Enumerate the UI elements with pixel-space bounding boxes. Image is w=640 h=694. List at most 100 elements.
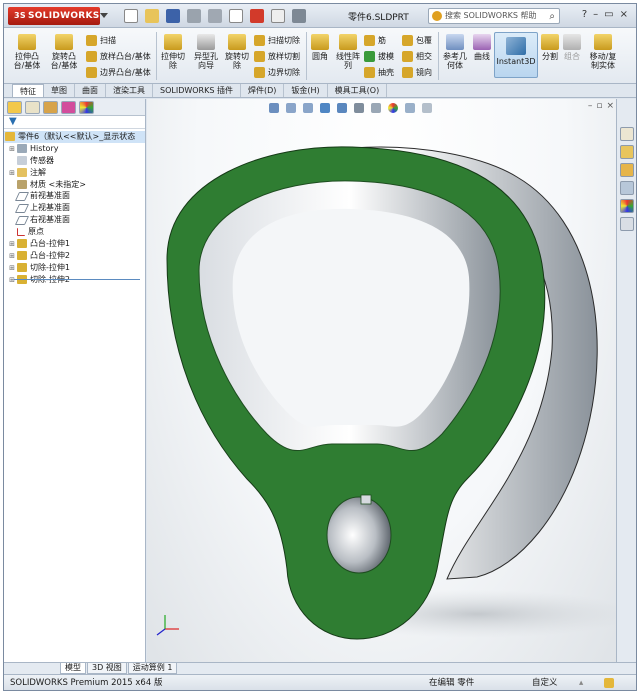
combine-icon [563, 34, 581, 50]
rebuild-status-icon[interactable] [604, 678, 614, 688]
tab-mold-tools[interactable]: 模具工具(O) [328, 84, 388, 97]
tab-render-tools[interactable]: 渲染工具 [106, 84, 153, 97]
tab-weldments[interactable]: 焊件(D) [241, 84, 285, 97]
history-icon [17, 144, 27, 154]
filter-icon[interactable]: ▼ [4, 116, 145, 129]
ribbon-separator [156, 32, 157, 80]
fillet-button[interactable]: 圆角 [309, 34, 331, 61]
combine-button[interactable]: 组合 [562, 34, 582, 61]
restore-icon[interactable]: ▭ [604, 9, 613, 20]
tab-3d-views[interactable]: 3D 视图 [87, 663, 127, 674]
boundary-cut-button[interactable]: 边界切除 [254, 66, 300, 79]
boundary-boss-button[interactable]: 边界凸台/基体 [86, 66, 151, 79]
property-manager-tab-icon[interactable] [25, 100, 40, 114]
app-window: 3S SOLIDWORKS 零件6.SLDPRT 搜索 SOLIDWORKS 帮助… [3, 3, 637, 691]
help-icon [432, 11, 442, 21]
tab-model[interactable]: 模型 [60, 663, 86, 674]
rollback-bar[interactable] [14, 279, 140, 280]
tab-sheet-metal[interactable]: 钣金(H) [284, 84, 328, 97]
plane-icon [14, 215, 30, 225]
minimize-icon[interactable]: – [593, 9, 598, 20]
linear-pattern-button[interactable]: 线性阵列 [334, 34, 362, 70]
revolve-boss-icon [55, 34, 73, 50]
config-manager-tab-icon[interactable] [43, 100, 58, 114]
part-model[interactable] [147, 99, 616, 662]
revolve-boss-button[interactable]: 旋转凸台/基体 [48, 34, 80, 70]
ribbon-separator [438, 32, 439, 80]
select-icon[interactable] [229, 9, 243, 23]
tree-item[interactable]: 右视基准面 [4, 214, 145, 226]
boss-extrude-button[interactable]: 拉伸凸台/基体 [12, 34, 42, 70]
view-palette-icon[interactable] [620, 181, 634, 195]
hole-wizard-button[interactable]: 异型孔向导 [192, 34, 220, 70]
status-edit-mode: 在编辑 零件 [429, 678, 475, 688]
open-icon[interactable] [145, 9, 159, 23]
tree-item[interactable]: ⊞ 切除-拉伸1 [4, 262, 145, 274]
shell-icon [364, 67, 375, 78]
new-icon[interactable] [124, 9, 138, 23]
tree-item[interactable]: 材质 <未指定> [4, 179, 145, 191]
instant3d-button[interactable]: Instant3D [494, 32, 538, 78]
display-manager-tab-icon[interactable] [79, 100, 94, 114]
graphics-area[interactable]: – ▫ × [147, 99, 616, 662]
swept-cut-icon [254, 35, 265, 46]
shell-button[interactable]: 抽壳 [364, 66, 394, 79]
design-library-icon[interactable] [620, 145, 634, 159]
loft-button[interactable]: 放样凸台/基体 [86, 50, 151, 63]
tree-item[interactable]: ⊞ 凸台-拉伸1 [4, 238, 145, 250]
rebuild-icon[interactable] [250, 9, 264, 23]
resources-icon[interactable] [620, 127, 634, 141]
lofted-cut-button[interactable]: 放样切割 [254, 50, 300, 63]
extrude-icon [17, 239, 27, 249]
tree-item[interactable]: ⊞ 凸台-拉伸2 [4, 250, 145, 262]
options-icon[interactable] [292, 9, 306, 23]
solidworks-logo[interactable]: 3S SOLIDWORKS [8, 7, 108, 25]
custom-properties-icon[interactable] [620, 217, 634, 231]
tab-motion-study[interactable]: 运动算例 1 [127, 663, 178, 674]
draft-button[interactable]: 拔模 [364, 50, 394, 63]
tab-features[interactable]: 特征 [12, 84, 44, 97]
instant3d-icon [506, 37, 526, 55]
tree-item[interactable]: ⊞ History [4, 143, 145, 155]
reference-geometry-icon [446, 34, 464, 50]
tree-root[interactable]: 零件6（默认<<默认>_显示状态 [4, 131, 145, 143]
tree-item[interactable]: ⊞ 注解 [4, 167, 145, 179]
help-search-input[interactable]: 搜索 SOLIDWORKS 帮助 ⌕ [428, 8, 560, 24]
undo-icon[interactable] [208, 9, 222, 23]
revolve-cut-button[interactable]: 旋转切除 [224, 34, 250, 70]
extrude-cut-button[interactable]: 拉伸切除 [160, 34, 186, 70]
rib-button[interactable]: 筋 [364, 34, 386, 47]
tree-item[interactable]: 原点 [4, 226, 145, 238]
tab-addins[interactable]: SOLIDWORKS 插件 [153, 84, 241, 97]
file-explorer-icon[interactable] [620, 163, 634, 177]
tab-surfaces[interactable]: 曲面 [75, 84, 106, 97]
tree-item[interactable]: 传感器 [4, 155, 145, 167]
tab-sketch[interactable]: 草图 [44, 84, 75, 97]
units-dropdown-icon[interactable]: ▴ [579, 675, 583, 690]
appearances-icon[interactable] [620, 199, 634, 213]
task-pane [616, 99, 636, 662]
feature-manager-tab-icon[interactable] [7, 100, 22, 114]
document-title: 零件6.SLDPRT [348, 13, 409, 23]
print-icon[interactable] [187, 9, 201, 23]
dimxpert-tab-icon[interactable] [61, 100, 76, 114]
split-button[interactable]: 分割 [540, 34, 560, 61]
file-properties-icon[interactable] [271, 9, 285, 23]
intersect-button[interactable]: 相交 [402, 50, 432, 63]
cut-icon [17, 263, 27, 273]
curves-button[interactable]: 曲线 [471, 34, 493, 61]
tree-item[interactable]: 上视基准面 [4, 202, 145, 214]
tree-item[interactable]: 前视基准面 [4, 190, 145, 202]
close-icon[interactable]: × [620, 9, 628, 20]
mirror-button[interactable]: 镜向 [402, 66, 432, 79]
search-icon[interactable]: ⌕ [549, 10, 555, 24]
status-units[interactable]: 自定义 [532, 675, 558, 690]
reference-geometry-button[interactable]: 参考几何体 [441, 34, 469, 70]
save-icon[interactable] [166, 9, 180, 23]
sweep-button[interactable]: 扫描 [86, 34, 116, 47]
move-copy-body-button[interactable]: 移动/复制实体 [586, 34, 620, 70]
feature-manager-panel: ▼ 零件6（默认<<默认>_显示状态 ⊞ History 传感器 ⊞ 注解 材质 <… [4, 99, 146, 662]
question-icon[interactable]: ? [582, 9, 587, 20]
wrap-button[interactable]: 包覆 [402, 34, 432, 47]
swept-cut-button[interactable]: 扫描切除 [254, 34, 300, 47]
